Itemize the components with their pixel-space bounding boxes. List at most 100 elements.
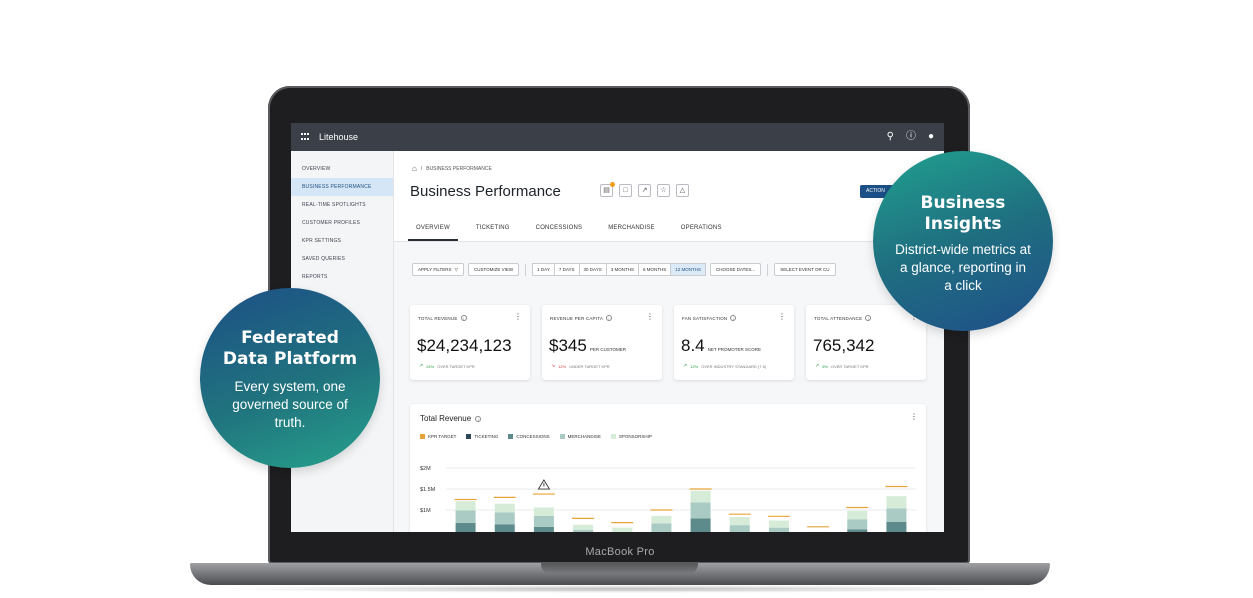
trend-up-icon: ↗ bbox=[683, 363, 688, 369]
tab-overview[interactable]: OVERVIEW bbox=[408, 219, 458, 241]
bar-segment-sponsorship bbox=[886, 496, 907, 509]
sidebar-item-saved-queries[interactable]: SAVED QUERIES bbox=[291, 250, 393, 268]
bar-segment-sponsorship bbox=[651, 515, 672, 524]
page-title: Business Performance bbox=[410, 183, 561, 200]
bar-segment-sponsorship bbox=[455, 501, 476, 511]
info-icon[interactable]: i bbox=[475, 415, 482, 422]
kpi-unit: PER CUSTOMER bbox=[589, 347, 626, 352]
range-3-months[interactable]: 3 MONTHS bbox=[605, 263, 638, 276]
kpi-card-total-attendance[interactable]: TOTAL ATTENDANCEi ⋮ 765,342 ↗6%OVER TARG… bbox=[806, 305, 926, 380]
tab-merchandise[interactable]: MERCHANDISE bbox=[600, 219, 663, 241]
apps-grid-icon[interactable] bbox=[301, 133, 309, 141]
y-tick-label: $2M bbox=[420, 466, 431, 472]
callout-title-line: Insights bbox=[924, 214, 1002, 234]
legend-item-sponsorship[interactable]: SPONSORSHIP bbox=[610, 434, 652, 439]
main-panel: ⌂ / BUSINESS PERFORMANCE Business Perfor… bbox=[394, 151, 944, 532]
bell-icon[interactable]: △ bbox=[676, 184, 689, 197]
comments-icon[interactable]: ▤ bbox=[600, 182, 615, 197]
sidebar-item-kpr-settings[interactable]: KPR SETTINGS bbox=[291, 232, 393, 250]
info-icon[interactable]: i bbox=[865, 315, 872, 321]
legend-swatch bbox=[559, 434, 565, 439]
export-icon[interactable]: ↗ bbox=[638, 184, 651, 197]
bar-segment-concessions bbox=[690, 518, 711, 532]
more-vert-icon[interactable]: ⋮ bbox=[910, 412, 918, 421]
callout-business-insights: Business Insights District-wide metrics … bbox=[873, 151, 1053, 331]
y-tick-label: $1.5M bbox=[420, 487, 436, 493]
info-icon[interactable]: i bbox=[730, 315, 737, 321]
kpi-change: 12% bbox=[690, 363, 699, 369]
bezel-label: MacBook Pro bbox=[585, 546, 655, 558]
tab-operations[interactable]: OPERATIONS bbox=[673, 219, 730, 241]
more-vert-icon[interactable]: ⋮ bbox=[778, 312, 786, 321]
more-vert-icon[interactable]: ⋮ bbox=[514, 312, 522, 321]
home-icon[interactable]: ⌂ bbox=[412, 164, 417, 173]
bar-segment-merchandise bbox=[729, 525, 750, 532]
marketing-stage: MacBook Pro Litehouse ⚲ ⓘ ● OVERVIEW BUS… bbox=[0, 0, 1253, 598]
total-revenue-chart-card: $2M $1.5M $1M Total Revenue i ⋮ KPR TARGET… bbox=[410, 404, 926, 532]
trend-down-icon: ↘ bbox=[551, 363, 556, 369]
kpi-change: 12% bbox=[558, 363, 567, 369]
document-icon[interactable]: □ bbox=[619, 184, 632, 197]
sidebar-item-business-performance[interactable]: BUSINESS PERFORMANCE bbox=[291, 178, 393, 196]
legend-swatch bbox=[508, 434, 514, 439]
sidebar-item-customer-profiles[interactable]: CUSTOMER PROFILES bbox=[291, 214, 393, 232]
bar-segment-merchandise bbox=[573, 529, 594, 532]
more-vert-icon[interactable]: ⋮ bbox=[646, 312, 654, 321]
kpi-label: FAN SATISFACTION bbox=[682, 315, 728, 321]
bar-segment-merchandise bbox=[690, 502, 711, 519]
breadcrumb: ⌂ / BUSINESS PERFORMANCE bbox=[412, 164, 492, 173]
trend-up-icon: ↗ bbox=[419, 363, 424, 369]
bar-segment-merchandise bbox=[455, 510, 476, 524]
legend-swatch bbox=[466, 434, 472, 439]
legend-item-concessions[interactable]: CONCESSIONS bbox=[508, 434, 550, 439]
tab-concessions[interactable]: CONCESSIONS bbox=[528, 219, 591, 241]
info-icon[interactable]: i bbox=[606, 315, 613, 321]
topbar-icons: ⚲ ⓘ ● bbox=[887, 132, 934, 142]
star-icon[interactable]: ☆ bbox=[657, 184, 670, 197]
tab-ticketing[interactable]: TICKETING bbox=[468, 219, 518, 241]
range-6-months[interactable]: 6 MONTHS bbox=[637, 263, 671, 276]
kpi-card-total-revenue[interactable]: TOTAL REVENUE i ⋮ $24,234,123 ↗ 24% OVER TA… bbox=[410, 305, 530, 380]
filter-icon: ▽ bbox=[454, 267, 458, 272]
bar-segment-sponsorship bbox=[612, 527, 633, 532]
choose-dates-button[interactable]: CHOOSE DATES... bbox=[710, 263, 762, 276]
range-7-days[interactable]: 7 DAYS bbox=[553, 263, 579, 276]
kpi-label: REVENUE PER CAPITA bbox=[550, 315, 604, 321]
sidebar-item-overview[interactable]: OVERVIEW bbox=[291, 160, 393, 178]
bar-segment-merchandise bbox=[768, 527, 789, 532]
kpi-note: OVER INDUSTRY STANDARD (7.5) bbox=[701, 363, 767, 369]
legend-item-merchandise[interactable]: MERCHANDISE bbox=[559, 434, 601, 439]
kpi-value: 765,342 bbox=[813, 336, 875, 355]
bar-segment-merchandise bbox=[494, 512, 515, 525]
sidebar-item-reports[interactable]: REPORTS bbox=[291, 268, 393, 286]
user-icon[interactable]: ● bbox=[928, 132, 934, 142]
kpi-card-fan-satisfaction[interactable]: FAN SATISFACTION i ⋮ 8.4 NET PROMOTER SCOR… bbox=[674, 305, 794, 380]
sidebar-item-real-time-spotlights[interactable]: REAL-TIME SPOTLIGHTS bbox=[291, 196, 393, 214]
kpi-unit: NET PROMOTER SCORE bbox=[707, 347, 762, 352]
kpi-card-revenue-per-capita[interactable]: REVENUE PER CAPITA i ⋮ $345 PER CUSTOMER ↘… bbox=[542, 305, 662, 380]
info-icon[interactable]: i bbox=[460, 315, 467, 321]
laptop-shadow bbox=[210, 585, 1030, 593]
legend-item-kpr-target[interactable]: KPR TARGET bbox=[420, 434, 456, 439]
bar-segment-sponsorship bbox=[573, 524, 594, 530]
bar-segment-merchandise bbox=[886, 508, 907, 522]
info-icon[interactable]: ⓘ bbox=[906, 132, 916, 142]
bar-segment-concessions bbox=[886, 521, 907, 532]
bar-segment-sponsorship bbox=[494, 503, 515, 513]
customize-view-button[interactable]: CUSTOMIZE VIEW bbox=[467, 263, 520, 276]
search-icon[interactable]: ⚲ bbox=[887, 132, 894, 142]
kpi-note: OVER TARGET KPR bbox=[437, 363, 475, 369]
select-event-dropdown[interactable]: SELECT EVENT OR CU bbox=[774, 263, 836, 276]
legend-swatch bbox=[610, 434, 616, 439]
legend-item-ticketing[interactable]: TICKETING bbox=[466, 434, 498, 439]
range-1-day[interactable]: 1 DAY bbox=[532, 263, 554, 276]
app-name: Litehouse bbox=[319, 132, 359, 142]
tab-bar: OVERVIEW TICKETING CONCESSIONS MERCHANDI… bbox=[408, 219, 740, 241]
range-12-months[interactable]: 12 MONTHS bbox=[670, 263, 706, 276]
range-30-days[interactable]: 30 DAYS bbox=[578, 263, 606, 276]
divider bbox=[525, 263, 527, 276]
title-toolbar: ▤ □ ↗ ☆ △ bbox=[600, 182, 689, 197]
bar-segment-concessions bbox=[494, 524, 515, 532]
kpi-value: 8.4 bbox=[681, 336, 705, 355]
apply-filters-button[interactable]: APPLY FILTERS ▽ bbox=[412, 263, 464, 276]
